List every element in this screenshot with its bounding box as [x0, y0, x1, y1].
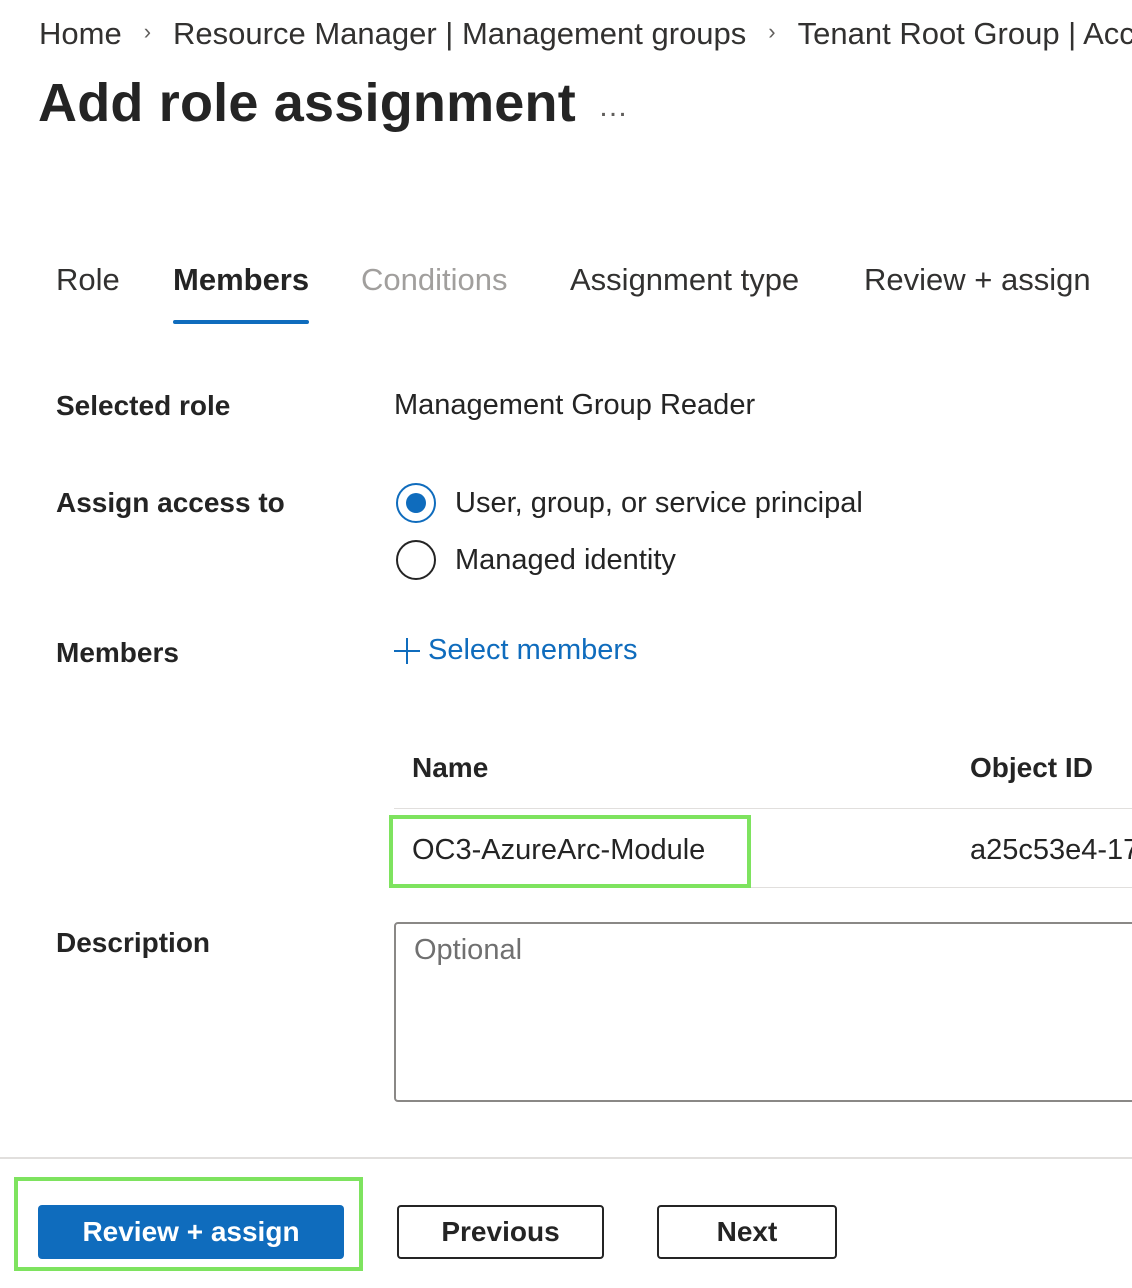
more-options-icon[interactable]: …	[598, 90, 630, 124]
tab-assignment-type[interactable]: Assignment type	[570, 262, 799, 324]
footer-divider	[0, 1157, 1132, 1159]
tab-conditions[interactable]: Conditions	[361, 262, 507, 324]
tab-members[interactable]: Members	[173, 262, 310, 324]
breadcrumb-management-groups[interactable]: Resource Manager | Management groups	[173, 16, 746, 52]
description-label: Description	[56, 927, 211, 958]
chevron-right-icon: ›	[143, 19, 152, 44]
radio-label: User, group, or service principal	[455, 486, 863, 519]
tab-review-assign[interactable]: Review + assign	[864, 262, 1091, 324]
column-header-name: Name	[412, 752, 489, 783]
next-button[interactable]: Next	[657, 1205, 837, 1259]
chevron-right-icon: ›	[768, 19, 776, 44]
breadcrumb: Home › Resource Manager | Management gro…	[39, 14, 1132, 54]
breadcrumb-tenant-root-group[interactable]: Tenant Root Group | Acc	[798, 16, 1132, 52]
description-field[interactable]	[394, 922, 1132, 1102]
selected-role-value: Management Group Reader	[394, 389, 756, 421]
plus-icon	[394, 637, 420, 664]
select-members-label: Select members	[428, 634, 638, 666]
radio-user-group-sp[interactable]: User, group, or service principal	[396, 483, 863, 523]
member-name: OC3-AzureArc-Module	[412, 834, 706, 866]
breadcrumb-home[interactable]: Home	[39, 16, 122, 52]
radio-managed-identity[interactable]: Managed identity	[396, 540, 676, 580]
tab-role[interactable]: Role	[56, 262, 120, 324]
table-row[interactable]: OC3-AzureArc-Module a25c53e4-17	[394, 810, 1132, 888]
page-title: Add role assignment	[38, 73, 576, 133]
previous-button[interactable]: Previous	[397, 1205, 604, 1259]
assign-access-label: Assign access to	[56, 487, 285, 518]
radio-checked-icon[interactable]	[396, 483, 436, 523]
table-divider	[394, 808, 1132, 809]
selected-role-label: Selected role	[56, 390, 231, 421]
members-label: Members	[56, 637, 179, 668]
radio-label: Managed identity	[455, 543, 676, 576]
member-object-id: a25c53e4-17	[970, 834, 1132, 866]
review-assign-button[interactable]: Review + assign	[38, 1205, 344, 1259]
select-members-link[interactable]: Select members	[394, 634, 638, 667]
radio-unchecked-icon[interactable]	[396, 540, 436, 580]
column-header-object-id: Object ID	[970, 752, 1093, 783]
